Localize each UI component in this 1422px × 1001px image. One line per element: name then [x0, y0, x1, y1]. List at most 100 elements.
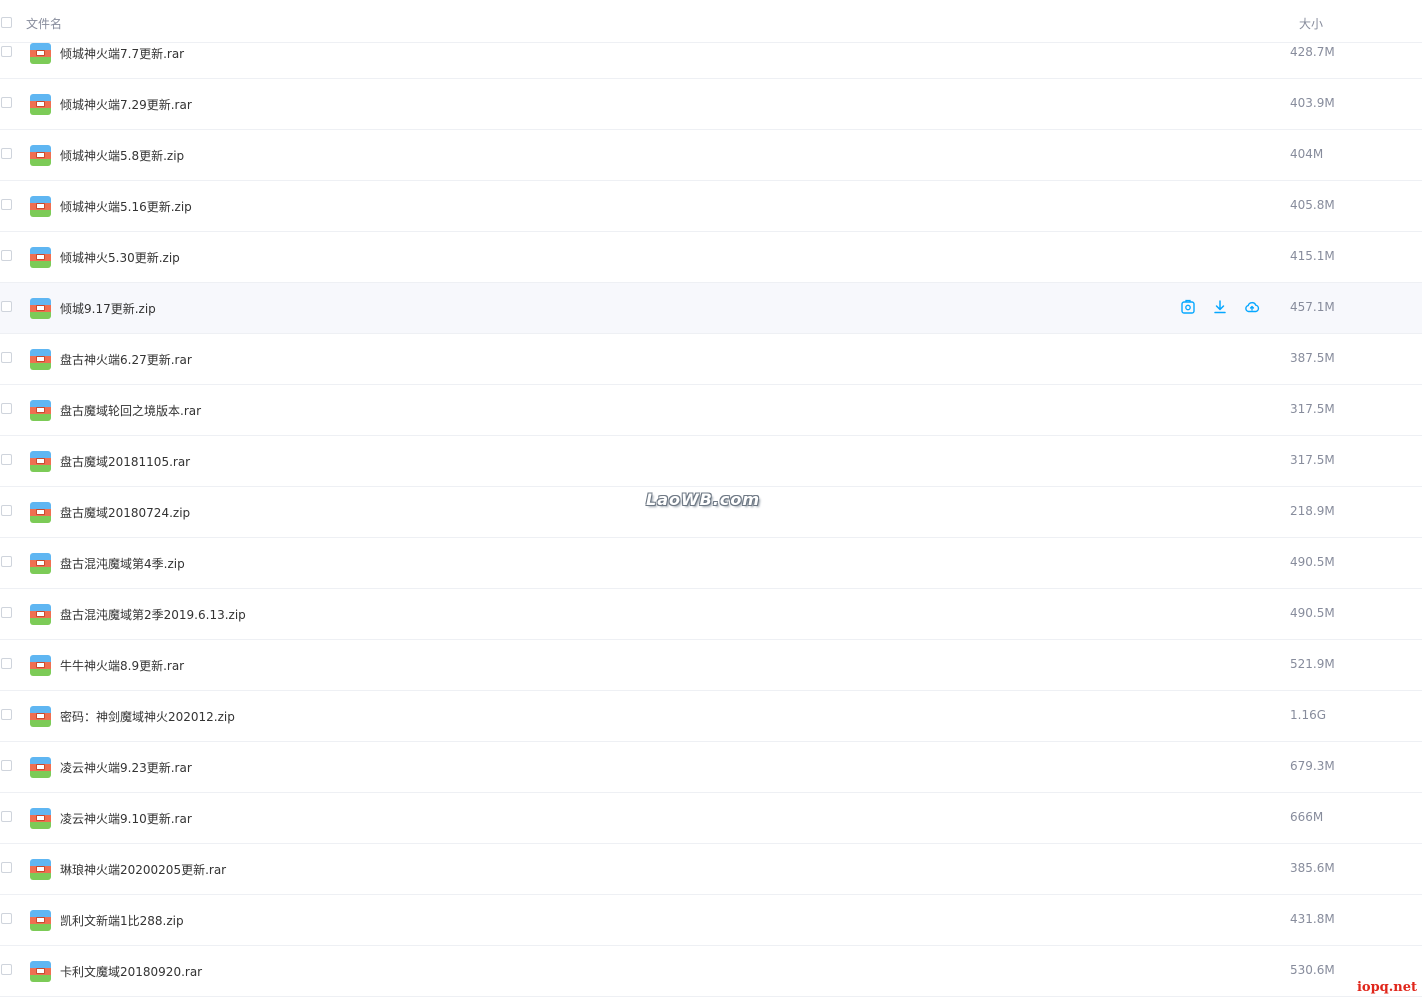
archive-file-icon — [30, 451, 51, 472]
archive-file-icon — [30, 553, 51, 574]
file-name[interactable]: 凯利文新端1比288.zip — [60, 912, 184, 929]
archive-file-icon — [30, 706, 51, 727]
file-size: 521.9M — [1290, 657, 1335, 671]
file-row[interactable]: 盘古混沌魔域第2季2019.6.13.zip 490.5M — [0, 589, 1422, 640]
row-checkbox[interactable] — [1, 97, 12, 108]
file-size: 404M — [1290, 147, 1324, 161]
file-size: 679.3M — [1290, 759, 1335, 773]
file-size: 428.7M — [1290, 45, 1335, 59]
file-name[interactable]: 凌云神火端9.10更新.rar — [60, 810, 192, 827]
file-row[interactable]: 凯利文新端1比288.zip 431.8M — [0, 895, 1422, 946]
file-size: 490.5M — [1290, 606, 1335, 620]
row-checkbox[interactable] — [1, 811, 12, 822]
file-size: 530.6M — [1290, 963, 1335, 977]
file-size: 403.9M — [1290, 96, 1335, 110]
archive-file-icon — [30, 808, 51, 829]
file-name[interactable]: 卡利文魔域20180920.rar — [60, 963, 202, 980]
file-row-hovered[interactable]: 倾城9.17更新.zip 457.1M — [0, 283, 1422, 334]
file-size: 387.5M — [1290, 351, 1335, 365]
archive-file-icon — [30, 961, 51, 982]
file-size: 317.5M — [1290, 453, 1335, 467]
column-header-name[interactable]: 文件名 — [26, 15, 62, 32]
share-icon[interactable] — [1180, 299, 1196, 315]
row-checkbox[interactable] — [1, 505, 12, 516]
file-name[interactable]: 倾城神火端5.8更新.zip — [60, 147, 184, 164]
download-icon[interactable] — [1212, 299, 1228, 315]
archive-file-icon — [30, 910, 51, 931]
file-row[interactable]: 盘古魔域轮回之境版本.rar 317.5M — [0, 385, 1422, 436]
file-size: 385.6M — [1290, 861, 1335, 875]
file-size: 415.1M — [1290, 249, 1335, 263]
row-checkbox[interactable] — [1, 760, 12, 771]
row-checkbox[interactable] — [1, 301, 12, 312]
file-row[interactable]: 倾城神火端5.16更新.zip 405.8M — [0, 181, 1422, 232]
row-checkbox[interactable] — [1, 556, 12, 567]
file-size: 317.5M — [1290, 402, 1335, 416]
file-name[interactable]: 牛牛神火端8.9更新.rar — [60, 657, 184, 674]
row-checkbox[interactable] — [1, 148, 12, 159]
file-row[interactable]: 倾城神火端5.8更新.zip 404M — [0, 130, 1422, 181]
file-name[interactable]: 盘古混沌魔域第4季.zip — [60, 555, 185, 572]
archive-file-icon — [30, 145, 51, 166]
archive-file-icon — [30, 604, 51, 625]
corner-watermark: iopq.net — [1356, 980, 1417, 995]
row-checkbox[interactable] — [1, 403, 12, 414]
file-name[interactable]: 倾城神火5.30更新.zip — [60, 249, 180, 266]
column-header-size[interactable]: 大小 — [1299, 15, 1323, 32]
file-name[interactable]: 盘古魔域20180724.zip — [60, 504, 190, 521]
file-size: 431.8M — [1290, 912, 1335, 926]
row-checkbox[interactable] — [1, 964, 12, 975]
file-size: 1.16G — [1290, 708, 1327, 722]
file-row[interactable]: 密码：神剑魔域神火202012.zip 1.16G — [0, 691, 1422, 742]
file-size: 666M — [1290, 810, 1324, 824]
row-checkbox[interactable] — [1, 352, 12, 363]
file-row[interactable]: 牛牛神火端8.9更新.rar 521.9M — [0, 640, 1422, 691]
file-name[interactable]: 琳琅神火端20200205更新.rar — [60, 861, 226, 878]
row-checkbox[interactable] — [1, 607, 12, 618]
archive-file-icon — [30, 247, 51, 268]
select-all-checkbox[interactable] — [1, 17, 12, 28]
row-checkbox[interactable] — [1, 199, 12, 210]
file-name[interactable]: 倾城9.17更新.zip — [60, 300, 156, 317]
file-row[interactable]: 卡利文魔域20180920.rar 530.6M — [0, 946, 1422, 997]
file-row[interactable]: 倾城神火5.30更新.zip 415.1M — [0, 232, 1422, 283]
file-size: 405.8M — [1290, 198, 1335, 212]
file-row[interactable]: 盘古魔域20181105.rar 317.5M — [0, 436, 1422, 487]
watermark: LaoWB.com — [646, 490, 761, 509]
archive-file-icon — [30, 502, 51, 523]
file-row[interactable]: 盘古混沌魔域第4季.zip 490.5M — [0, 538, 1422, 589]
file-name[interactable]: 盘古魔域20181105.rar — [60, 453, 190, 470]
file-row[interactable]: 倾城神火端7.29更新.rar 403.9M — [0, 79, 1422, 130]
archive-file-icon — [30, 757, 51, 778]
file-row[interactable]: 凌云神火端9.10更新.rar 666M — [0, 793, 1422, 844]
cloud-save-icon[interactable] — [1244, 299, 1260, 315]
file-name[interactable]: 盘古神火端6.27更新.rar — [60, 351, 192, 368]
row-checkbox[interactable] — [1, 658, 12, 669]
file-name[interactable]: 倾城神火端7.7更新.rar — [60, 45, 184, 62]
file-size: 490.5M — [1290, 555, 1335, 569]
file-name[interactable]: 倾城神火端5.16更新.zip — [60, 198, 192, 215]
file-name[interactable]: 盘古魔域轮回之境版本.rar — [60, 402, 201, 419]
file-name[interactable]: 倾城神火端7.29更新.rar — [60, 96, 192, 113]
file-name[interactable]: 盘古混沌魔域第2季2019.6.13.zip — [60, 606, 246, 623]
archive-file-icon — [30, 400, 51, 421]
row-checkbox[interactable] — [1, 46, 12, 57]
row-checkbox[interactable] — [1, 454, 12, 465]
archive-file-icon — [30, 655, 51, 676]
row-checkbox[interactable] — [1, 913, 12, 924]
file-row[interactable]: 盘古神火端6.27更新.rar 387.5M — [0, 334, 1422, 385]
archive-file-icon — [30, 349, 51, 370]
file-list: 倾城神火端7.7更新.rar 428.7M 倾城神火端7.29更新.rar 40… — [0, 28, 1422, 997]
file-name[interactable]: 凌云神火端9.23更新.rar — [60, 759, 192, 776]
file-list-header: 文件名 大小 — [0, 0, 1422, 43]
row-checkbox[interactable] — [1, 250, 12, 261]
file-row[interactable]: 凌云神火端9.23更新.rar 679.3M — [0, 742, 1422, 793]
file-name[interactable]: 密码：神剑魔域神火202012.zip — [60, 708, 235, 725]
file-row[interactable]: 琳琅神火端20200205更新.rar 385.6M — [0, 844, 1422, 895]
archive-file-icon — [30, 94, 51, 115]
row-checkbox[interactable] — [1, 709, 12, 720]
file-size: 218.9M — [1290, 504, 1335, 518]
row-checkbox[interactable] — [1, 862, 12, 873]
file-size: 457.1M — [1290, 300, 1335, 314]
archive-file-icon — [30, 43, 51, 64]
